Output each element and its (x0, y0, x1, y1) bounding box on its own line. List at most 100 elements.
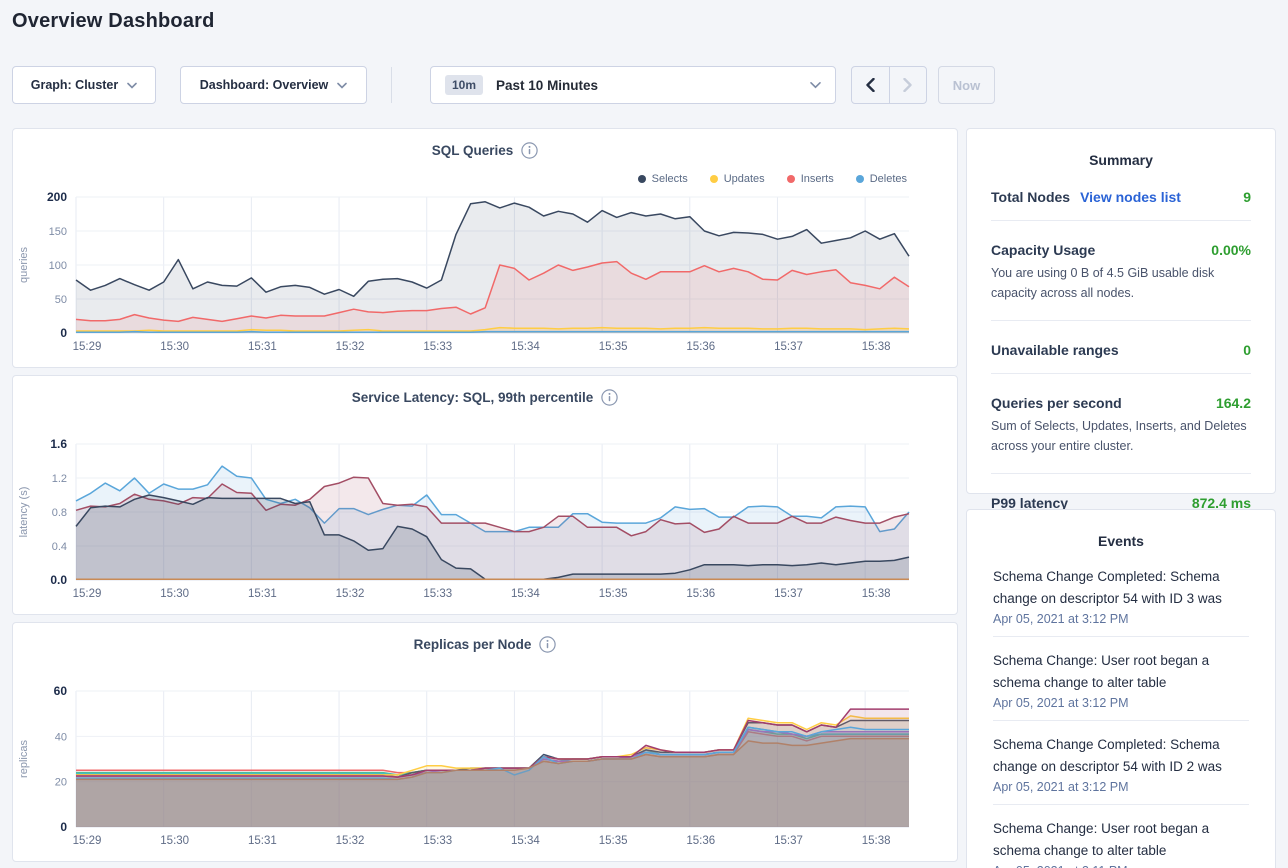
svg-text:15:29: 15:29 (73, 835, 102, 847)
legend-dot-icon (710, 175, 718, 183)
event-message: Schema Change: User root began a schema … (993, 650, 1249, 694)
page-title: Overview Dashboard (12, 10, 215, 33)
time-prev-button[interactable] (852, 67, 889, 103)
svg-text:40: 40 (55, 731, 67, 743)
summary-value: 164.2 (1216, 395, 1251, 411)
svg-text:15:38: 15:38 (862, 835, 891, 847)
summary-value: 0 (1243, 342, 1251, 358)
event-item: Schema Change: User root began a schema … (993, 804, 1249, 868)
event-timestamp: Apr 05, 2021 at 3:12 PM (993, 696, 1249, 710)
toolbar-divider (391, 67, 392, 103)
svg-text:15:36: 15:36 (686, 341, 715, 353)
svg-text:150: 150 (49, 226, 67, 238)
svg-text:0: 0 (60, 820, 67, 834)
svg-text:15:38: 15:38 (862, 341, 891, 353)
summary-label: Queries per second (991, 395, 1122, 411)
info-icon[interactable] (601, 389, 618, 406)
svg-text:15:30: 15:30 (160, 588, 189, 600)
svg-text:20: 20 (55, 777, 67, 789)
svg-text:15:36: 15:36 (686, 835, 715, 847)
svg-text:60: 60 (54, 684, 68, 698)
summary-value: 0.00% (1211, 242, 1251, 258)
event-message: Schema Change: User root began a schema … (993, 818, 1249, 862)
legend-dot-icon (638, 175, 646, 183)
chevron-down-icon (127, 82, 137, 89)
replicas-per-node-chart[interactable]: 15:2915:3015:3115:3215:3315:3415:3515:36… (13, 623, 957, 861)
svg-text:replicas: replicas (18, 740, 30, 778)
summary-title: Summary (967, 129, 1275, 168)
overview-dashboard-page: Overview Dashboard Graph: Cluster Dashbo… (0, 0, 1288, 868)
legend-label: Inserts (801, 173, 834, 185)
summary-label: Total Nodes (991, 189, 1070, 205)
svg-text:0.0: 0.0 (50, 573, 67, 587)
svg-text:15:30: 15:30 (160, 835, 189, 847)
summary-row-unavailable-ranges: Unavailable ranges 0 (991, 321, 1251, 373)
legend-label: Updates (724, 173, 765, 185)
chart-title: SQL Queries (13, 142, 957, 159)
now-button-label: Now (953, 78, 980, 93)
event-timestamp: Apr 05, 2021 at 3:12 PM (993, 612, 1249, 626)
summary-subtext: You are using 0 B of 4.5 GiB usable disk… (991, 263, 1251, 320)
now-button[interactable]: Now (938, 66, 995, 104)
svg-text:15:37: 15:37 (774, 835, 803, 847)
svg-text:queries: queries (18, 246, 30, 283)
chevron-down-icon (810, 81, 821, 89)
event-message: Schema Change Completed: Schema change o… (993, 566, 1249, 610)
svg-text:0.4: 0.4 (52, 541, 67, 553)
dashboard-dropdown[interactable]: Dashboard: Overview (180, 66, 367, 104)
svg-text:15:35: 15:35 (599, 588, 628, 600)
svg-text:15:31: 15:31 (248, 588, 277, 600)
summary-subtext: Sum of Selects, Updates, Inserts, and De… (991, 416, 1251, 473)
events-panel: Events Schema Change Completed: Schema c… (966, 509, 1276, 868)
svg-text:15:36: 15:36 (686, 588, 715, 600)
svg-text:latency (s): latency (s) (18, 487, 30, 538)
svg-text:15:33: 15:33 (423, 835, 452, 847)
chevron-left-icon (866, 78, 875, 92)
svg-text:15:37: 15:37 (774, 341, 803, 353)
dashboard-dropdown-label: Dashboard: Overview (200, 78, 329, 92)
service-latency-panel: 15:2915:3015:3115:3215:3315:3415:3515:36… (12, 375, 958, 615)
svg-text:15:37: 15:37 (774, 588, 803, 600)
info-icon[interactable] (539, 636, 556, 653)
chevron-right-icon (903, 78, 912, 92)
time-range-picker[interactable]: 10m Past 10 Minutes (430, 66, 836, 104)
legend-item: Selects (638, 173, 688, 185)
chart-title-text: SQL Queries (432, 143, 514, 158)
event-timestamp: Apr 05, 2021 at 3:11 PM (993, 864, 1249, 868)
svg-text:15:38: 15:38 (862, 588, 891, 600)
svg-text:200: 200 (47, 190, 67, 204)
svg-text:15:31: 15:31 (248, 341, 277, 353)
event-item: Schema Change Completed: Schema change o… (993, 553, 1249, 636)
time-next-button[interactable] (889, 67, 927, 103)
legend-label: Deletes (870, 173, 907, 185)
svg-text:1.6: 1.6 (50, 437, 67, 451)
summary-value: 9 (1243, 189, 1251, 205)
svg-text:15:33: 15:33 (423, 341, 452, 353)
svg-text:15:29: 15:29 (73, 341, 102, 353)
graph-dropdown[interactable]: Graph: Cluster (12, 66, 156, 104)
legend-dot-icon (856, 175, 864, 183)
chevron-down-icon (337, 82, 347, 89)
svg-text:15:30: 15:30 (160, 341, 189, 353)
legend-item: Deletes (856, 173, 907, 185)
chart-title: Replicas per Node (13, 636, 957, 653)
legend-dot-icon (787, 175, 795, 183)
event-item: Schema Change Completed: Schema change o… (993, 720, 1249, 804)
svg-text:15:34: 15:34 (511, 588, 540, 600)
svg-text:15:35: 15:35 (599, 341, 628, 353)
legend-label: Selects (652, 173, 688, 185)
svg-text:0: 0 (60, 326, 67, 340)
svg-text:1.2: 1.2 (52, 473, 67, 485)
event-timestamp: Apr 05, 2021 at 3:12 PM (993, 780, 1249, 794)
svg-text:15:35: 15:35 (599, 835, 628, 847)
view-nodes-list-link[interactable]: View nodes list (1080, 189, 1181, 205)
sql-queries-panel: 15:2915:3015:3115:3215:3315:3415:3515:36… (12, 128, 958, 368)
time-nav-group (851, 66, 927, 104)
info-icon[interactable] (521, 142, 538, 159)
svg-text:15:34: 15:34 (511, 835, 540, 847)
summary-label: Capacity Usage (991, 242, 1095, 258)
svg-text:15:32: 15:32 (336, 835, 365, 847)
chart-title-text: Replicas per Node (414, 637, 532, 652)
sql-queries-chart[interactable]: 15:2915:3015:3115:3215:3315:3415:3515:36… (13, 129, 957, 367)
service-latency-chart[interactable]: 15:2915:3015:3115:3215:3315:3415:3515:36… (13, 376, 957, 614)
